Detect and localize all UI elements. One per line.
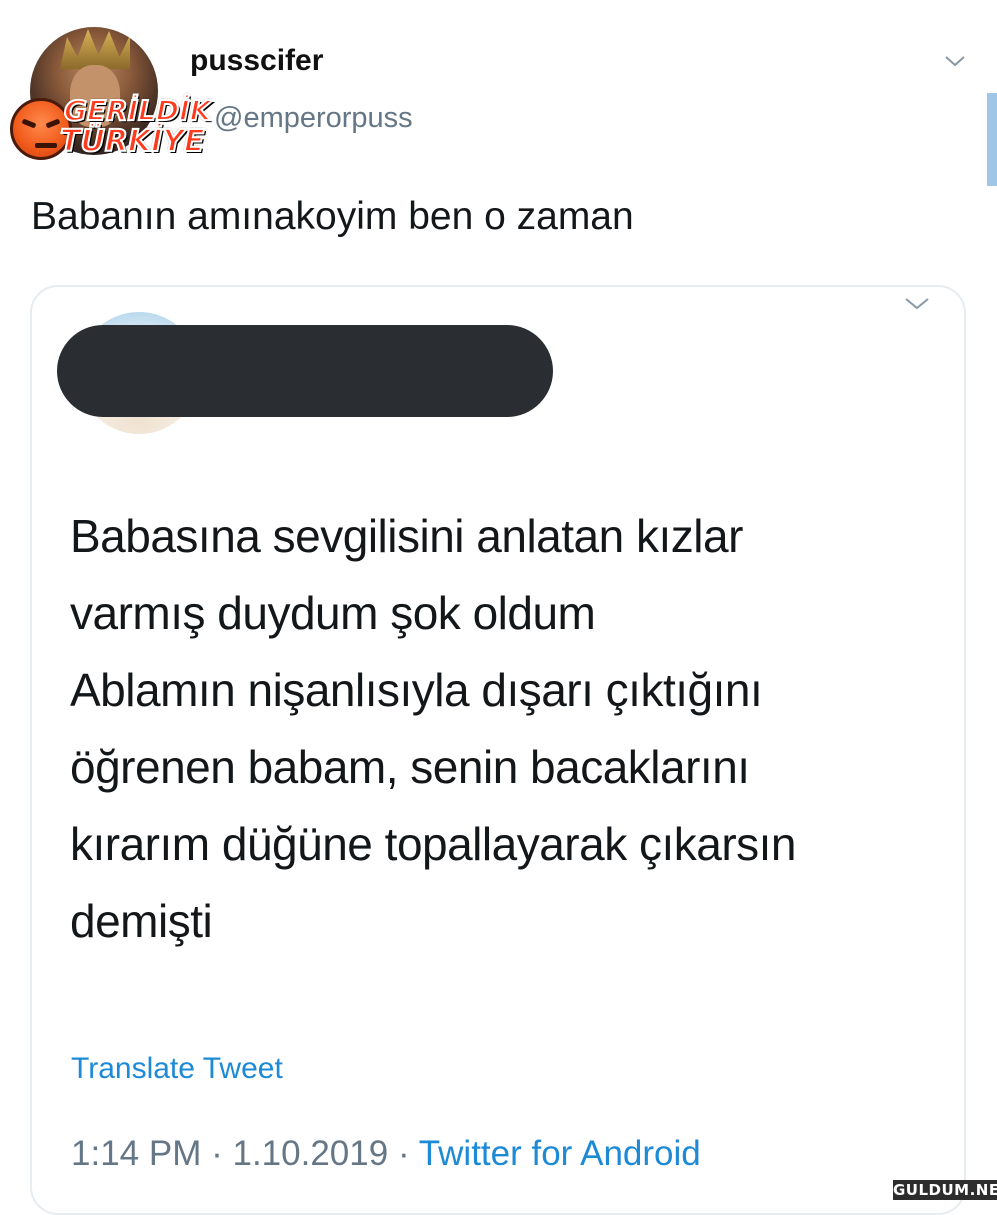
translate-tweet-link[interactable]: Translate Tweet [71,1052,283,1086]
tweet: GERİLDİK TÜRKİYE pusscifer @emperorpuss … [0,0,997,1215]
chevron-down-icon[interactable] [904,293,929,315]
tweet-time: 1:14 PM [71,1134,202,1173]
tweet-text: Babanın amınakoyim ben o zaman [31,195,634,238]
quoted-text-line: Ablamın nişanlısıyla dışarı çıktığını [70,664,763,716]
chevron-down-icon[interactable] [944,50,966,72]
tweet-meta: 1:14 PM · 1.10.2019 · Twitter for Androi… [71,1134,701,1174]
quoted-text-line: öğrenen babam, senin bacaklarını [70,741,750,793]
meta-separator: · [211,1134,223,1173]
username[interactable]: pusscifer [190,44,323,78]
quoted-tweet-text: Babasına sevgilisini anlatan kızlar varm… [70,498,930,960]
user-handle[interactable]: @emperorpuss [214,102,413,135]
quoted-text-line: kırarım düğüne topallayarak çıkarsın [70,818,797,870]
tweet-date: 1.10.2019 [232,1134,389,1173]
redaction-bar [57,325,553,417]
quoted-text-line: demişti [70,895,213,947]
scrollbar-thumb[interactable] [987,93,997,186]
quoted-text-line: varmış duydum şok oldum [70,587,596,639]
crown-image [60,29,130,69]
overlay-logo-line1: GERİLDİK [63,93,212,128]
overlay-logo-line2: TÜRKİYE [59,123,206,160]
quoted-text-line: Babasına sevgilisini anlatan kızlar [70,510,743,562]
watermark: GULDUM.NET [893,1180,997,1200]
tweet-source-link[interactable]: Twitter for Android [419,1134,701,1173]
overlay-logo: GERİLDİK TÜRKİYE [6,92,216,164]
angry-face-mouth [35,143,57,148]
meta-separator: · [397,1134,410,1173]
